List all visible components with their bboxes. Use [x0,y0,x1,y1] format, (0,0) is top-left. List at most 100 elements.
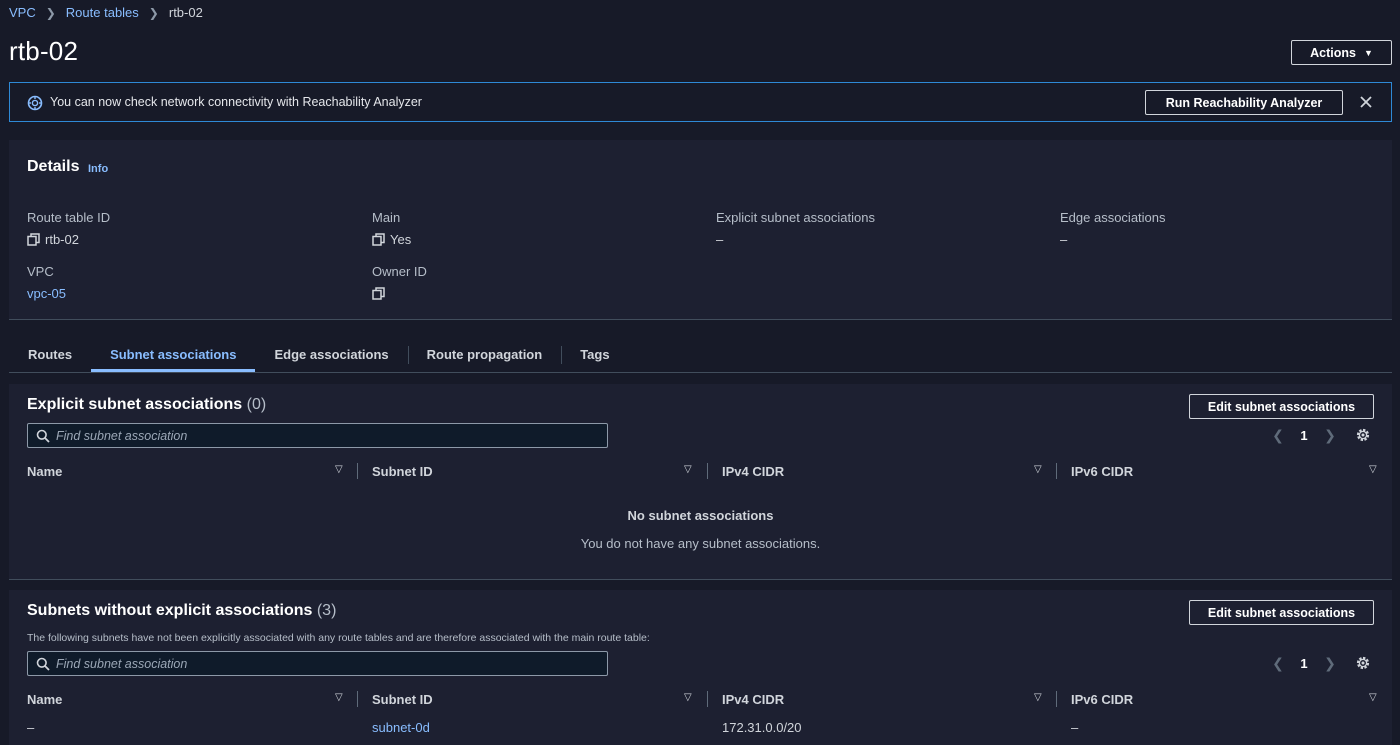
column-header-ipv4-cidr[interactable]: IPv4 CIDR [722,459,784,483]
edge-associations-field: Edge associations – [1060,210,1166,247]
explicit-search-input[interactable] [56,424,596,447]
copy-icon[interactable] [372,232,385,246]
tab-subnet-associations[interactable]: Subnet associations [91,340,256,372]
copy-icon[interactable] [372,286,385,300]
column-divider[interactable] [1056,463,1057,479]
main-label: Main [372,210,401,225]
route-table-id-label: Route table ID [27,210,111,225]
sort-icon[interactable]: ▽ [335,464,343,475]
page-number[interactable]: 1 [1292,428,1316,443]
column-header-ipv6-cidr[interactable]: IPv6 CIDR [1071,687,1133,711]
edit-subnet-associations-button[interactable]: Edit subnet associations [1189,394,1374,419]
column-header-subnet-id[interactable]: Subnet ID [372,687,433,711]
column-header-subnet-id[interactable]: Subnet ID [372,459,433,483]
search-icon [36,429,50,443]
without-pagination: ❮ 1 ❯ [1271,654,1371,672]
edit-subnet-associations-button[interactable]: Edit subnet associations [1189,600,1374,625]
breadcrumb-vpc-link[interactable]: VPC [9,5,36,20]
tab-tags[interactable]: Tags [561,340,628,372]
column-header-name[interactable]: Name [27,687,62,711]
vpc-field: VPC vpc-05 [27,264,66,301]
edge-associations-value: – [1060,231,1068,247]
main-field: Main Yes [372,210,411,247]
breadcrumb-current: rtb-02 [168,5,203,20]
table-row: – subnet-0d 172.31.0.0/20 – [9,716,1392,740]
sort-icon[interactable]: ▽ [1369,692,1377,703]
cell-ipv4-cidr: 172.31.0.0/20 [722,720,802,735]
sort-icon[interactable]: ▽ [684,692,692,703]
column-header-label: IPv4 CIDR [722,463,785,479]
vpc-label: VPC [27,264,54,279]
explicit-associations-title-text: Explicit subnet associations [27,396,243,413]
tab-routes[interactable]: Routes [9,340,91,372]
cell-ipv6-cidr: – [1071,720,1079,735]
details-info-link[interactable]: Info [88,163,108,175]
column-divider[interactable] [357,691,358,707]
chevron-left-icon[interactable]: ❮ [1271,656,1285,670]
caret-down-icon: ▼ [1363,47,1373,58]
empty-state-title: No subnet associations [627,508,774,523]
subnets-without-count: (3) [316,602,337,619]
chevron-right-icon: ❯ [45,5,56,20]
column-divider[interactable] [1056,691,1057,707]
explicit-associations-label: Explicit subnet associations [716,210,875,225]
column-header-ipv6-cidr[interactable]: IPv6 CIDR [1071,459,1133,483]
close-icon[interactable] [1357,93,1375,111]
owner-id-field: Owner ID [372,264,427,301]
subnets-without-description: The following subnets have not been expl… [27,632,650,644]
sort-icon[interactable]: ▽ [1034,692,1042,703]
gear-icon[interactable] [1355,427,1371,443]
page: VPC ❯ Route tables ❯ rtb-02 rtb-02 Actio… [0,0,1400,745]
page-title: rtb-02 [9,36,79,66]
subnet-id-link[interactable]: subnet-0d [372,720,430,735]
actions-button-label: Actions [1310,45,1356,60]
sort-icon[interactable]: ▽ [1034,464,1042,475]
chevron-right-icon: ❯ [148,5,159,20]
gear-icon[interactable] [1355,655,1371,671]
details-panel: Details Info Route table ID rtb-02 Main … [9,140,1392,320]
subnets-without-title-text: Subnets without explicit associations [27,602,313,619]
column-header-label: IPv4 CIDR [722,691,785,707]
run-reachability-analyzer-button[interactable]: Run Reachability Analyzer [1145,90,1343,115]
explicit-associations-count: (0) [246,396,267,413]
column-header-ipv4-cidr[interactable]: IPv4 CIDR [722,687,784,711]
tab-route-propagation[interactable]: Route propagation [407,340,562,372]
without-search-input[interactable] [56,652,596,675]
sort-icon[interactable]: ▽ [1369,464,1377,475]
column-header-label: Name [27,691,63,707]
column-header-name[interactable]: Name [27,459,62,483]
subnets-without-title: Subnets without explicit associations (3… [27,602,336,620]
explicit-associations-title: Explicit subnet associations (0) [27,396,266,414]
explicit-associations-value: – [716,231,724,247]
main-value: Yes [390,231,412,247]
explicit-table-header: Name ▽ Subnet ID ▽ IPv4 CIDR ▽ IPv6 CIDR… [9,459,1392,483]
subnets-without-associations-table: Subnets without explicit associations (3… [9,590,1392,745]
route-table-id-value: rtb-02 [45,231,79,247]
copy-icon[interactable] [27,232,40,246]
chevron-right-icon[interactable]: ❯ [1323,428,1337,442]
details-heading: Details [27,158,80,175]
chevron-right-icon[interactable]: ❯ [1323,656,1337,670]
explicit-associations-table: Explicit subnet associations (0) Edit su… [9,384,1392,580]
cell-name: – [27,720,35,735]
column-header-label: IPv6 CIDR [1071,691,1134,707]
sort-icon[interactable]: ▽ [684,464,692,475]
route-table-id-field: Route table ID rtb-02 [27,210,110,247]
search-icon [36,657,50,671]
actions-button[interactable]: Actions ▼ [1291,40,1392,65]
vpc-link[interactable]: vpc-05 [27,286,66,301]
sort-icon[interactable]: ▽ [335,692,343,703]
column-divider[interactable] [357,463,358,479]
breadcrumb-route-tables-link[interactable]: Route tables [66,5,139,20]
reachability-flashbar: You can now check network connectivity w… [9,82,1392,122]
without-table-header: Name ▽ Subnet ID ▽ IPv4 CIDR ▽ IPv6 CIDR… [9,687,1392,711]
chevron-left-icon[interactable]: ❮ [1271,428,1285,442]
empty-state-description: You do not have any subnet associations. [580,536,821,551]
flash-message: You can now check network connectivity w… [50,95,422,109]
explicit-pagination: ❮ 1 ❯ [1271,426,1371,444]
column-divider[interactable] [707,691,708,707]
column-header-label: IPv6 CIDR [1071,463,1134,479]
tab-edge-associations[interactable]: Edge associations [255,340,407,372]
page-number[interactable]: 1 [1292,656,1316,671]
column-divider[interactable] [707,463,708,479]
